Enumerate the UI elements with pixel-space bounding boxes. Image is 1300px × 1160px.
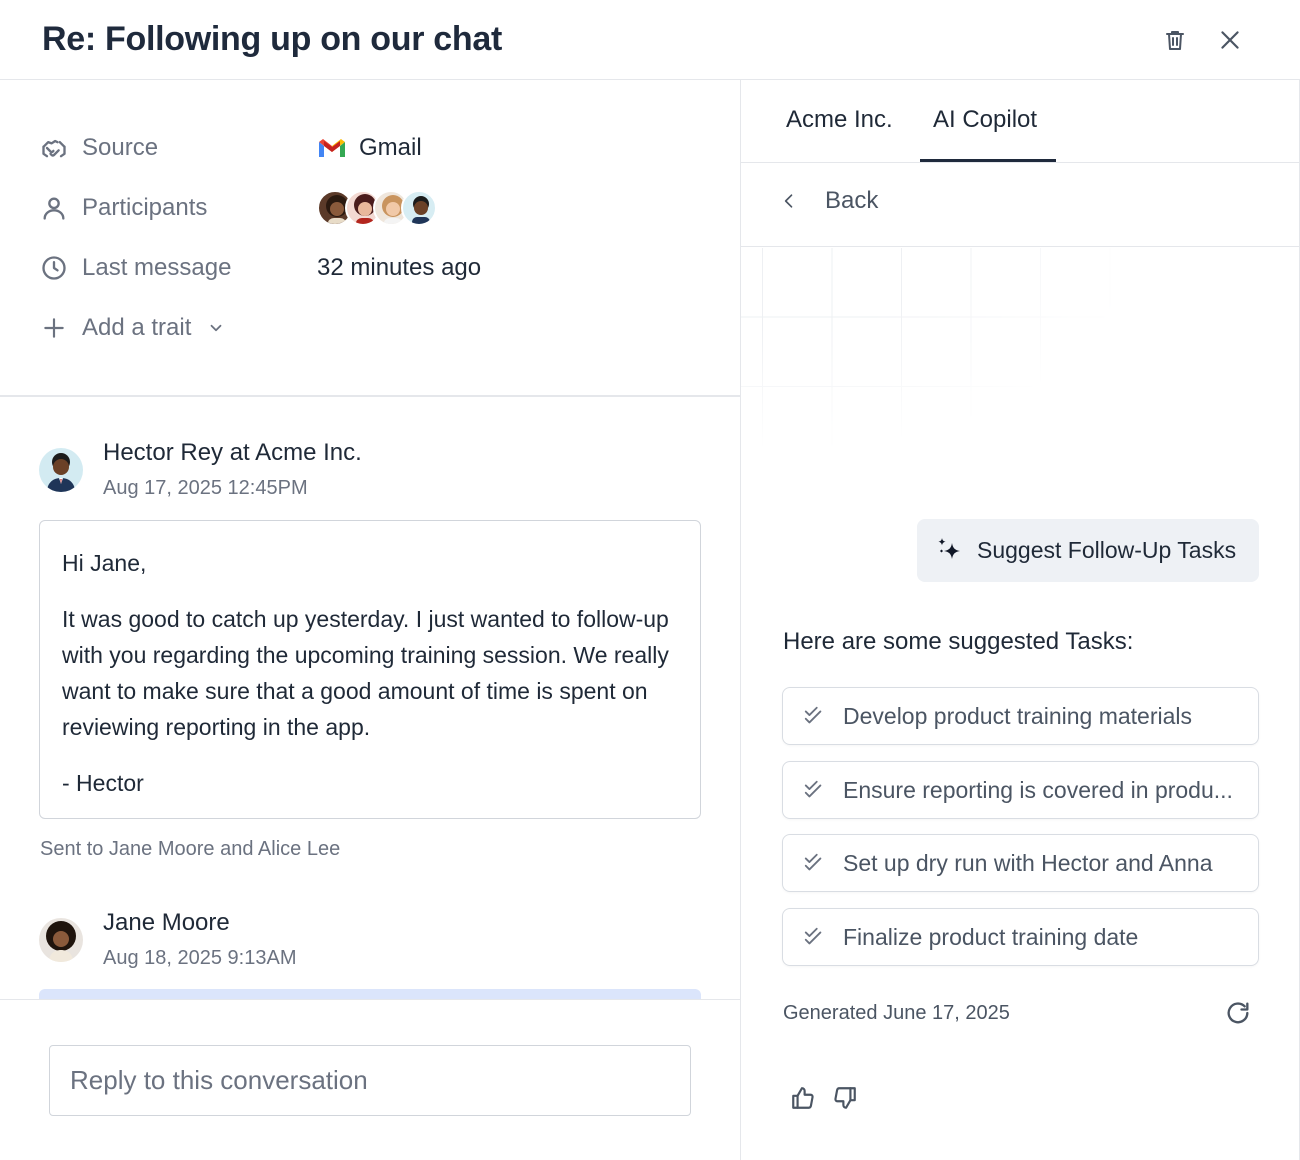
task-item[interactable]: Finalize product training date <box>782 908 1259 966</box>
clock-icon <box>42 256 66 280</box>
add-trait-text: Add a trait <box>82 314 192 341</box>
double-check-icon <box>804 780 822 798</box>
avatar[interactable] <box>39 918 83 962</box>
panel-tabs: Acme Inc. AI Copilot <box>741 80 1299 163</box>
thumbs-down-icon <box>834 1087 856 1109</box>
avatar[interactable] <box>401 190 437 226</box>
trait-participants: Participants <box>40 188 437 228</box>
refresh-icon <box>1227 1002 1249 1024</box>
tasks-heading: Here are some suggested Tasks: <box>783 628 1134 655</box>
task-item[interactable]: Ensure reporting is covered in produ... <box>782 761 1259 819</box>
add-trait-label: Add a trait <box>82 314 225 342</box>
suggest-tasks-button[interactable]: Suggest Follow-Up Tasks <box>917 519 1259 582</box>
chevron-down-icon <box>211 324 222 332</box>
task-item[interactable]: Develop product training materials <box>782 687 1259 745</box>
back-row: Back <box>741 163 1299 247</box>
gmail-icon <box>319 139 345 157</box>
reply-area <box>0 999 740 1160</box>
message-signature: - Hector <box>62 770 144 796</box>
conversation-pane: Source Gmail Participants Last message 3… <box>0 80 740 1160</box>
side-panel: Acme Inc. AI Copilot Back Suggest Follow… <box>740 80 1300 1160</box>
task-item[interactable]: Set up dry run with Hector and Anna <box>782 834 1259 892</box>
add-trait-button[interactable]: Add a trait <box>40 308 222 348</box>
task-label: Finalize product training date <box>843 923 1139 950</box>
close-button[interactable] <box>1214 24 1246 56</box>
generated-date: Generated June 17, 2025 <box>783 1002 1010 1024</box>
source-value: Gmail <box>317 134 422 162</box>
double-check-icon <box>804 706 822 724</box>
close-icon <box>1221 31 1239 49</box>
thumbs-up-icon <box>792 1087 814 1109</box>
user-icon <box>43 197 65 220</box>
message-greeting: Hi Jane, <box>62 550 147 576</box>
trash-icon <box>1166 31 1184 50</box>
suggest-tasks-label: Suggest Follow-Up Tasks <box>977 537 1237 563</box>
divider <box>0 395 740 397</box>
modal-header: Re: Following up on our chat <box>0 0 1300 80</box>
thumbs-down-button[interactable] <box>829 1082 861 1114</box>
source-value-text: Gmail <box>359 134 422 161</box>
message-author: Hector Rey at Acme Inc. <box>103 439 362 466</box>
trait-last-message: Last message 32 minutes ago <box>40 248 481 288</box>
avatar[interactable] <box>39 448 83 492</box>
task-label: Develop product training materials <box>843 702 1193 729</box>
tab-ai-copilot[interactable]: AI Copilot <box>933 106 1037 134</box>
participants-avatars[interactable] <box>317 190 437 226</box>
active-tab-indicator <box>920 159 1056 162</box>
back-label: Back <box>825 187 879 214</box>
message-date: Aug 18, 2025 9:13AM <box>103 947 297 969</box>
delete-button[interactable] <box>1159 24 1191 56</box>
decorative-grid <box>741 248 1299 548</box>
message-author: Jane Moore <box>103 909 230 936</box>
reply-input[interactable] <box>49 1045 691 1116</box>
double-check-icon <box>804 853 822 871</box>
plus-icon <box>44 318 64 338</box>
double-check-icon <box>804 927 822 945</box>
message-recipients: Sent to Jane Moore and Alice Lee <box>40 838 341 860</box>
message-date: Aug 17, 2025 12:45PM <box>103 477 308 499</box>
tab-acme-inc[interactable]: Acme Inc. <box>786 106 893 134</box>
message-paragraph: It was good to catch up yesterday. I jus… <box>62 606 669 740</box>
message-body: Hi Jane, It was good to catch up yesterd… <box>39 520 701 819</box>
trait-source: Source Gmail <box>40 128 422 168</box>
refresh-button[interactable] <box>1223 998 1253 1028</box>
last-message-label: Last message <box>82 254 232 281</box>
back-button[interactable]: Back <box>779 187 878 215</box>
handshake-icon <box>42 139 66 158</box>
task-label: Ensure reporting is covered in produ... <box>843 776 1233 803</box>
participants-label: Participants <box>82 194 208 221</box>
sparkles-icon <box>938 537 960 559</box>
thumbs-up-button[interactable] <box>787 1082 819 1114</box>
task-label: Set up dry run with Hector and Anna <box>843 849 1213 876</box>
chevron-left-icon <box>784 194 793 208</box>
page-title: Re: Following up on our chat <box>42 20 502 58</box>
last-message-value: 32 minutes ago <box>317 254 482 281</box>
source-label: Source <box>82 134 159 161</box>
